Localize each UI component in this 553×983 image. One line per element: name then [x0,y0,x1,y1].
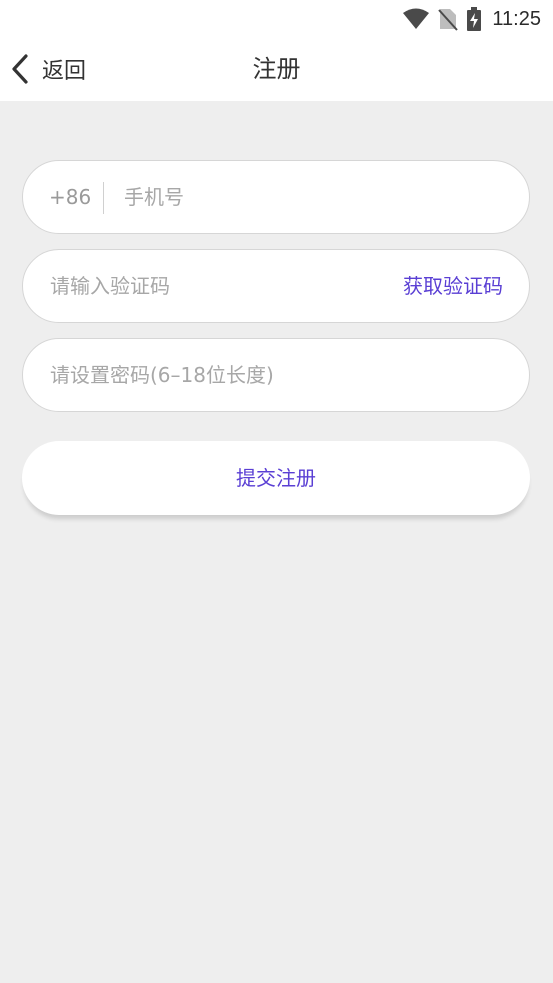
divider [103,182,104,214]
get-code-button[interactable]: 获取验证码 [403,250,503,322]
password-input[interactable] [50,339,510,411]
phone-field: +86 [22,160,530,234]
submit-register-button[interactable]: 提交注册 [22,441,530,515]
password-field [22,338,530,412]
wifi-icon [402,8,430,30]
country-code: +86 [49,185,92,209]
status-icons: 11:25 [402,6,541,32]
battery-charging-icon [466,7,482,31]
verification-code-field: 获取验证码 [22,249,530,323]
status-bar: 11:25 [0,0,553,38]
chevron-left-icon [10,54,30,84]
status-time: 11:25 [492,7,541,30]
verification-code-input[interactable] [50,250,380,322]
nav-bar: 注册 返回 [0,38,553,101]
back-button[interactable]: 返回 [10,48,86,90]
phone-input[interactable] [124,161,504,233]
back-label: 返回 [42,59,87,84]
no-sim-icon [438,7,459,31]
